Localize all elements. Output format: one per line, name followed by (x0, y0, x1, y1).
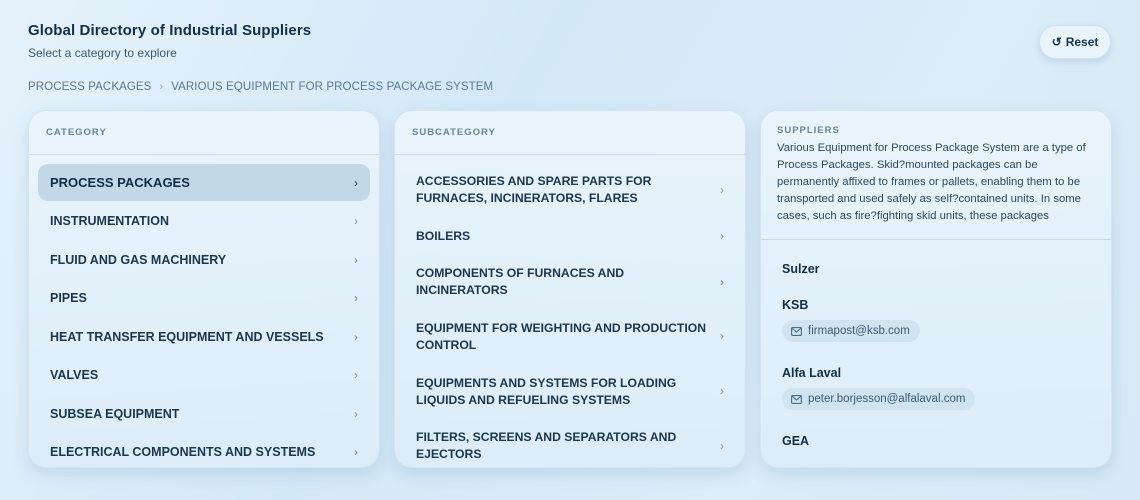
category-item-valves[interactable]: VALVES › (38, 357, 370, 393)
page-subtitle: Select a category to explore (28, 46, 177, 60)
chevron-right-icon: › (720, 384, 724, 398)
supplier-item: GEA (782, 434, 1111, 448)
reset-label: Reset (1065, 35, 1099, 49)
subcategory-item[interactable]: FILTERS, SCREENS AND SEPARATORS AND EJEC… (404, 419, 736, 467)
category-item-heat-transfer[interactable]: HEAT TRANSFER EQUIPMENT AND VESSELS › (38, 319, 370, 355)
supplier-name: Alfa Laval (782, 366, 842, 380)
subcategory-item[interactable]: EQUIPMENT FOR WEIGHTING AND PRODUCTION C… (404, 309, 736, 364)
category-item-label: SUBSEA EQUIPMENT (50, 406, 180, 421)
breadcrumb: PROCESS PACKAGES › VARIOUS EQUIPMENT FOR… (28, 81, 493, 93)
chevron-right-icon: › (354, 252, 358, 267)
reset-icon: ↺ (1051, 35, 1062, 49)
chevron-right-icon: › (354, 445, 358, 459)
subcategory-list: ACCESSORIES AND SPARE PARTS FOR FURNACES… (395, 155, 745, 467)
category-item-pipes[interactable]: PIPES › (38, 280, 370, 316)
reset-button[interactable]: ↺ Reset (1039, 25, 1111, 59)
suppliers-heading: SUPPLIERS (777, 125, 840, 136)
subcategory-item-label: BOILERS (416, 228, 471, 243)
chevron-right-icon: › (354, 291, 358, 305)
category-item-label: PROCESS PACKAGES (50, 175, 190, 190)
email-address: peter.borjesson@alfalaval.com (808, 393, 966, 405)
chevron-right-icon: › (354, 175, 358, 190)
mail-icon (791, 394, 802, 404)
category-item-electrical[interactable]: ELECTRICAL COMPONENTS AND SYSTEMS › (38, 434, 370, 467)
supplier-name: Sulzer (782, 262, 820, 276)
category-heading: CATEGORY (29, 111, 379, 155)
category-item-label: ELECTRICAL COMPONENTS AND SYSTEMS (50, 445, 316, 459)
breadcrumb-item-process-packages[interactable]: PROCESS PACKAGES (28, 81, 151, 93)
subcategory-item-label: FILTERS, SCREENS AND SEPARATORS AND EJEC… (416, 430, 677, 461)
breadcrumb-separator-icon: › (159, 81, 164, 93)
category-item-label: VALVES (50, 368, 99, 382)
supplier-name: GEA (782, 434, 810, 448)
email-link[interactable]: firmapost@ksb.com (782, 320, 920, 342)
category-item-fluid-gas-machinery[interactable]: FLUID AND GAS MACHINERY › (38, 242, 370, 278)
category-panel: CATEGORY PROCESS PACKAGES › INSTRUMENTAT… (28, 110, 380, 468)
chevron-right-icon: › (354, 214, 358, 228)
chevron-right-icon: › (720, 329, 724, 343)
subcategory-item-label: EQUIPMENTS AND SYSTEMS FOR LOADING LIQUI… (416, 375, 677, 407)
suppliers-header: SUPPLIERS Various Equipment for Process … (761, 111, 1111, 240)
subcategory-item-label: COMPONENTS OF FURNACES AND INCINERATORS (416, 266, 625, 297)
subcategory-description: Various Equipment for Process Package Sy… (777, 142, 1086, 222)
subcategory-panel: SUBCATEGORY ACCESSORIES AND SPARE PARTS … (394, 110, 746, 468)
category-item-label: PIPES (50, 291, 87, 305)
chevron-right-icon: › (354, 329, 358, 344)
subcategory-heading: SUBCATEGORY (395, 111, 745, 155)
email-address: firmapost@ksb.com (808, 325, 910, 337)
category-list: PROCESS PACKAGES › INSTRUMENTATION › FLU… (29, 155, 379, 467)
subcategory-item-label: ACCESSORIES AND SPARE PARTS FOR FURNACES… (416, 174, 652, 205)
chevron-right-icon: › (720, 438, 724, 453)
category-item-instrumentation[interactable]: INSTRUMENTATION › (38, 203, 370, 239)
supplier-name: KSB (782, 298, 809, 312)
category-item-label: FLUID AND GAS MACHINERY (50, 252, 227, 267)
chevron-right-icon: › (354, 406, 358, 421)
suppliers-panel: SUPPLIERS Various Equipment for Process … (760, 110, 1112, 468)
chevron-right-icon: › (354, 368, 358, 382)
subcategory-item[interactable]: BOILERS › (404, 217, 736, 255)
page-title: Global Directory of Industrial Suppliers (28, 22, 312, 39)
chevron-right-icon: › (720, 274, 724, 289)
category-item-process-packages[interactable]: PROCESS PACKAGES › (38, 164, 370, 201)
subcategory-item[interactable]: COMPONENTS OF FURNACES AND INCINERATORS … (404, 255, 736, 309)
subcategory-item[interactable]: ACCESSORIES AND SPARE PARTS FOR FURNACES… (404, 163, 736, 217)
mail-icon (791, 326, 802, 336)
category-item-label: HEAT TRANSFER EQUIPMENT AND VESSELS (50, 329, 324, 344)
supplier-item: Alfa Laval peter.borjesson@alfalaval.com (782, 366, 1111, 410)
subcategory-item-label: EQUIPMENT FOR WEIGHTING AND PRODUCTION C… (416, 320, 707, 352)
supplier-item: KSB firmapost@ksb.com (782, 298, 1111, 342)
suppliers-list: Sulzer KSB firmapost@ksb.com Alfa Laval … (761, 240, 1111, 448)
chevron-right-icon: › (720, 228, 724, 243)
page-header: Global Directory of Industrial Suppliers… (28, 22, 311, 60)
chevron-right-icon: › (720, 182, 724, 197)
breadcrumb-item-current: VARIOUS EQUIPMENT FOR PROCESS PACKAGE SY… (171, 81, 494, 93)
category-item-subsea-equipment[interactable]: SUBSEA EQUIPMENT › (38, 396, 370, 432)
category-item-label: INSTRUMENTATION (50, 214, 169, 228)
supplier-item: Sulzer (782, 262, 1111, 276)
subcategory-item[interactable]: EQUIPMENTS AND SYSTEMS FOR LOADING LIQUI… (404, 364, 736, 419)
email-link[interactable]: peter.borjesson@alfalaval.com (782, 388, 976, 410)
